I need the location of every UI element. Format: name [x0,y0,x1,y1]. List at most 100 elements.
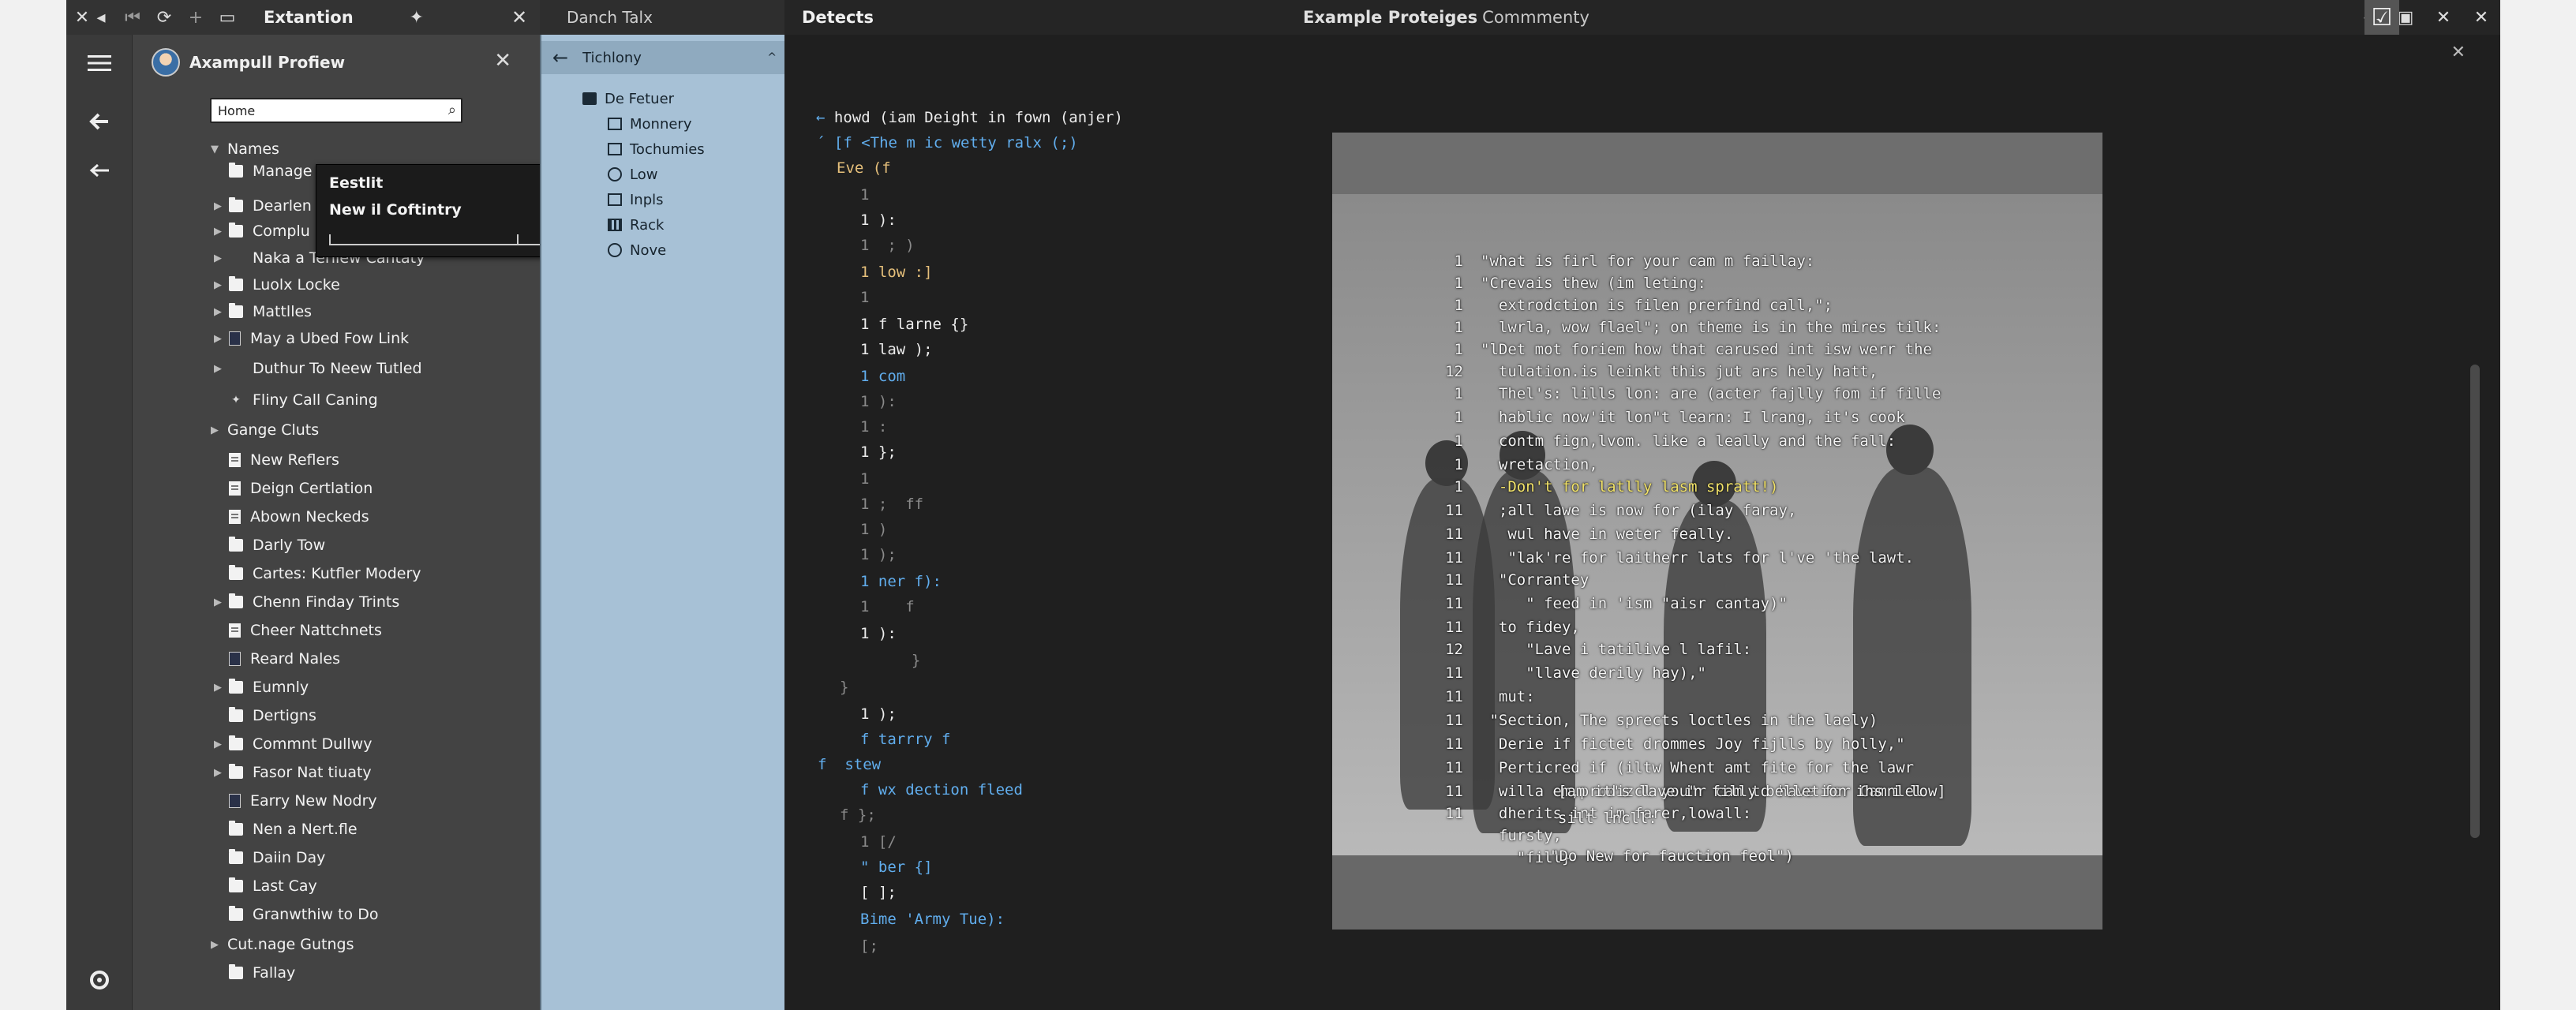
back-arrow-icon[interactable]: ← [552,47,568,69]
explorer-item[interactable]: Tochumies [608,137,705,161]
code-line[interactable]: 1 : [860,418,887,436]
popup-slider[interactable] [329,234,575,245]
chevron-icon[interactable]: ▶ [212,226,224,238]
tree-item[interactable]: Manage [212,159,312,183]
tree-item[interactable]: Abown Neckeds [212,505,369,529]
checkbox-icon[interactable]: ☑ [2364,0,2399,35]
tree-item[interactable]: Cheer Nattchnets [212,619,382,642]
return-arrow-icon[interactable] [82,153,117,188]
code-line[interactable]: 1 ner f): [860,573,942,590]
sidebar-close-icon[interactable]: ✕ [505,0,534,35]
code-line[interactable]: 1 low :] [860,264,933,281]
tree-item[interactable]: ▶ Luolx Locke [212,273,340,297]
code-line[interactable]: ← howd (iam Deight in fown (anjer) [816,109,1123,126]
chevron-icon[interactable]: ▶ [212,363,224,375]
menu-icon[interactable] [82,46,117,80]
close-icon[interactable]: ✕ [494,49,511,73]
explorer-item[interactable]: Inpls [608,188,664,211]
tree-item[interactable]: ▶ Mattlles [212,300,312,324]
slider-handle[interactable] [517,234,519,244]
tree-item[interactable]: ▶ Dearlen [212,194,312,218]
refresh-icon[interactable]: ⟳ [148,0,180,35]
code-line[interactable]: 1 ); [860,705,897,723]
close-window-icon[interactable]: ✕ [2462,0,2500,35]
search-icon[interactable]: ⌕ [448,102,456,118]
tree-group[interactable]: ▶ Gange Cluts [208,418,319,442]
code-line[interactable]: [; [860,937,878,955]
chevron-icon[interactable]: ▶ [208,425,221,436]
media-icon[interactable]: ⏮ [117,0,148,35]
tree-item[interactable]: ▶ May a Ubed Fow Link [212,327,409,350]
code-line[interactable]: Eve (f [837,159,891,177]
code-line[interactable]: 1 [860,470,869,488]
explorer-item[interactable]: Monnery [608,112,692,136]
explorer-item[interactable]: Rack [608,213,664,237]
chevron-icon[interactable]: ▶ [212,767,224,779]
explorer-item[interactable]: Nove [608,238,666,262]
add-icon[interactable]: + [180,0,212,35]
scrollbar[interactable] [2470,365,2480,838]
close-icon[interactable]: ✕ [2424,0,2462,35]
code-line[interactable]: 1 ); [860,546,897,563]
explorer-item[interactable]: De Fetuer [582,87,674,110]
chevron-icon[interactable]: ▶ [208,939,221,951]
code-line[interactable]: } [840,679,848,696]
code-line[interactable]: 1 [860,289,869,306]
explorer-tab[interactable]: Danch Talx [540,0,784,35]
collapse-icon[interactable]: ^ [767,51,777,64]
code-line[interactable]: 1 f larne {} [860,316,968,333]
tree-item[interactable]: Granwthiw to Do [212,903,378,926]
tree-item[interactable]: ▶ Commnt Dullwy [212,732,372,756]
code-line[interactable]: [ ]; [860,884,897,901]
code-line[interactable]: f }; [840,806,876,824]
tree-item[interactable]: ▶ Eumnly [212,675,309,699]
tree-item[interactable]: ▶ Complu [212,219,310,243]
chevron-icon[interactable]: ▶ [212,682,224,694]
code-line[interactable]: 1 }; [860,443,897,461]
code-line[interactable]: 1 ; ff [860,496,923,513]
tree-item[interactable]: Nen a Nert.fle [212,817,358,841]
code-line[interactable]: f tarrry f [860,731,950,748]
chevron-icon[interactable]: ▶ [212,597,224,608]
tree-item[interactable]: New Reflers [212,448,339,472]
tree-group[interactable]: ▶ Cut.nage Gutngs [208,933,354,956]
code-line[interactable]: 1 [/ [860,833,897,851]
tree-item[interactable]: ▶ Chenn Finday Trints [212,590,399,614]
avatar[interactable] [152,48,180,77]
code-line[interactable]: 1 f [860,598,915,615]
code-line[interactable]: Bime 'Army Tue): [860,911,1005,928]
code-line[interactable]: } [893,652,920,669]
code-line[interactable]: f stew [818,756,881,773]
tree-item[interactable]: Last Cay [212,874,317,898]
back-arrow-icon[interactable] [82,104,117,139]
code-line[interactable]: 1 ; ) [860,237,915,254]
chevron-icon[interactable]: ▼ [208,144,221,155]
editor-close-icon[interactable]: ✕ [2451,43,2466,62]
tree-item[interactable]: Fallay [212,961,295,985]
tree-item[interactable]: ▶ Duthur To Neew Tutled [212,357,422,380]
pin-icon[interactable]: ✦ [401,0,432,35]
editor-tab-title[interactable]: Detects [802,8,874,27]
code-line[interactable]: 1 ): [860,393,897,410]
code-line[interactable]: 1 ) [860,521,887,538]
chevron-icon[interactable]: ▶ [212,200,224,212]
tree-item[interactable]: ▶ Fasor Nat tiuaty [212,761,372,784]
tree-item[interactable]: Reard Nales [212,647,340,671]
tree-item[interactable]: Dertigns [212,704,316,728]
tree-item[interactable]: Cartes: Kutfler Modery [212,562,421,585]
code-line[interactable]: " ber {] [860,858,933,876]
chevron-icon[interactable]: ▶ [212,279,224,291]
back-icon[interactable]: ◂ [85,0,117,35]
chevron-icon[interactable]: ▶ [212,252,224,264]
chevron-icon[interactable]: ▶ [212,306,224,318]
explorer-item[interactable]: Low [608,163,657,186]
code-line[interactable]: ´ [f <The m ic wetty ralx (;) [816,134,1078,152]
search-input[interactable] [212,99,432,122]
folder-icon[interactable]: ▭ [212,0,243,35]
tree-item[interactable]: Daiin Day [212,846,325,870]
tree-item[interactable]: Darly Tow [212,533,325,557]
tree-item[interactable]: Earry New Nodry [212,789,377,813]
tree-item[interactable]: ✦ Fliny Call Caning [212,388,378,412]
code-line[interactable]: f wx dection fleed [860,781,1023,799]
chevron-icon[interactable]: ▶ [212,333,224,345]
